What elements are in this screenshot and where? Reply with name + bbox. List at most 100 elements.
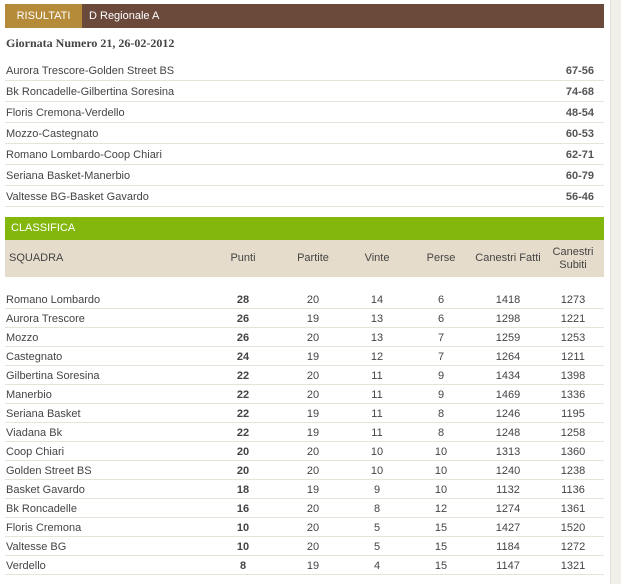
vertical-scrollbar[interactable] <box>610 0 621 584</box>
team-name: Seriana Basket <box>6 408 81 420</box>
team-wins: 8 <box>373 503 381 515</box>
team-games: 19 <box>306 560 320 572</box>
team-name: Viadana Bk <box>6 427 63 439</box>
match-score: 48-54 <box>565 107 594 119</box>
team-points: 22 <box>236 408 250 420</box>
team-losses: 8 <box>437 427 445 439</box>
standings-row: Verdello 8 19 4 15 1147 1321 <box>5 556 604 575</box>
team-points: 10 <box>236 522 250 534</box>
result-row: Seriana Basket-Manerbio 60-79 <box>5 165 604 186</box>
team-name: Valtesse BG <box>6 541 67 553</box>
standings-row: Seriana Basket 22 19 11 8 1246 1195 <box>5 404 604 423</box>
match-teams: Bk Roncadelle-Gilbertina Soresina <box>6 86 175 98</box>
team-points: 10 <box>236 541 250 553</box>
standings-row: Aurora Trescore 26 19 13 6 1298 1221 <box>5 309 604 328</box>
team-points: 26 <box>236 332 250 344</box>
team-name: Floris Cremona <box>6 522 82 534</box>
standings-row: Castegnato 24 19 12 7 1264 1211 <box>5 347 604 366</box>
team-name: Manerbio <box>6 389 52 401</box>
team-games: 20 <box>306 503 320 515</box>
team-against: 1273 <box>560 294 586 306</box>
team-losses: 10 <box>434 446 448 458</box>
team-name: Bk Roncadelle <box>6 503 77 515</box>
team-against: 1360 <box>560 446 586 458</box>
team-games: 20 <box>306 522 320 534</box>
team-points: 28 <box>236 294 250 306</box>
results-panel: RISULTATI D Regionale A Giornata Numero … <box>0 0 610 584</box>
team-name: Golden Street BS <box>6 465 92 477</box>
team-scored: 1246 <box>495 408 521 420</box>
team-losses: 9 <box>437 370 445 382</box>
team-losses: 15 <box>434 522 448 534</box>
team-games: 19 <box>306 427 320 439</box>
team-losses: 9 <box>437 389 445 401</box>
match-score: 60-53 <box>565 128 594 140</box>
team-points: 22 <box>236 389 250 401</box>
team-points: 18 <box>236 484 250 496</box>
team-wins: 11 <box>371 408 383 420</box>
team-points: 26 <box>236 313 250 325</box>
team-scored: 1184 <box>496 541 520 553</box>
team-losses: 6 <box>437 313 445 325</box>
team-wins: 5 <box>373 522 381 534</box>
standings-row: Mozzo 26 20 13 7 1259 1253 <box>5 328 604 347</box>
team-points: 20 <box>236 465 250 477</box>
team-games: 19 <box>306 408 320 420</box>
team-losses: 6 <box>437 294 445 306</box>
team-wins: 9 <box>373 484 381 496</box>
header-losses: Perse <box>426 252 456 264</box>
team-losses: 15 <box>434 560 448 572</box>
result-row: Floris Cremona-Verdello 48-54 <box>5 102 604 123</box>
match-teams: Aurora Trescore-Golden Street BS <box>6 65 175 77</box>
team-games: 20 <box>306 465 320 477</box>
team-wins: 11 <box>371 389 383 401</box>
team-scored: 1259 <box>495 332 521 344</box>
team-against: 1221 <box>560 313 586 325</box>
team-games: 20 <box>306 389 320 401</box>
team-games: 19 <box>306 484 320 496</box>
team-against: 1321 <box>560 560 586 572</box>
team-points: 22 <box>236 370 250 382</box>
team-scored: 1427 <box>495 522 521 534</box>
team-name: Romano Lombardo <box>6 294 101 306</box>
team-name: Castegnato <box>6 351 63 363</box>
team-name: Aurora Trescore <box>6 313 85 325</box>
section-header: RISULTATI D Regionale A <box>5 4 604 28</box>
team-wins: 4 <box>373 560 381 572</box>
result-row: Valtesse BG-Basket Gavardo 56-46 <box>5 186 604 207</box>
team-against: 1211 <box>561 351 585 363</box>
header-points: Punti <box>230 252 256 264</box>
team-against: 1195 <box>561 408 585 420</box>
team-losses: 12 <box>434 503 448 515</box>
team-scored: 1418 <box>495 294 521 306</box>
standings-row: Gilbertina Soresina 22 20 11 9 1434 1398 <box>5 366 604 385</box>
team-against: 1336 <box>560 389 586 401</box>
team-against: 1398 <box>560 370 586 382</box>
header-games: Partite <box>297 252 329 264</box>
standings-row: Manerbio 22 20 11 9 1469 1336 <box>5 385 604 404</box>
result-row: Romano Lombardo-Coop Chiari 62-71 <box>5 144 604 165</box>
result-row: Mozzo-Castegnato 60-53 <box>5 123 604 144</box>
team-points: 16 <box>236 503 250 515</box>
match-score: 62-71 <box>565 149 594 161</box>
team-games: 20 <box>306 541 320 553</box>
header-wins: Vinte <box>364 252 390 264</box>
team-losses: 8 <box>437 408 445 420</box>
team-wins: 12 <box>370 351 384 363</box>
match-teams: Seriana Basket-Manerbio <box>6 170 131 182</box>
round-title: Giornata Numero 21, 26-02-2012 <box>6 36 175 50</box>
team-name: Gilbertina Soresina <box>6 370 100 382</box>
match-score: 67-56 <box>565 65 594 77</box>
team-scored: 1274 <box>495 503 521 515</box>
team-scored: 1264 <box>495 351 521 363</box>
standings-row: Golden Street BS 20 20 10 10 1240 1238 <box>5 461 604 480</box>
team-scored: 1132 <box>496 484 520 496</box>
standings-row: Coop Chiari 20 20 10 10 1313 1360 <box>5 442 604 461</box>
team-name: Coop Chiari <box>6 446 65 458</box>
team-against: 1253 <box>560 332 586 344</box>
match-teams: Floris Cremona-Verdello <box>6 107 125 119</box>
tab-results[interactable]: RISULTATI <box>5 4 82 28</box>
standings-table: Romano Lombardo 28 20 14 6 1418 1273 Aurora Tre… <box>5 290 604 575</box>
team-wins: 10 <box>370 446 384 458</box>
team-name: Verdello <box>6 560 46 572</box>
